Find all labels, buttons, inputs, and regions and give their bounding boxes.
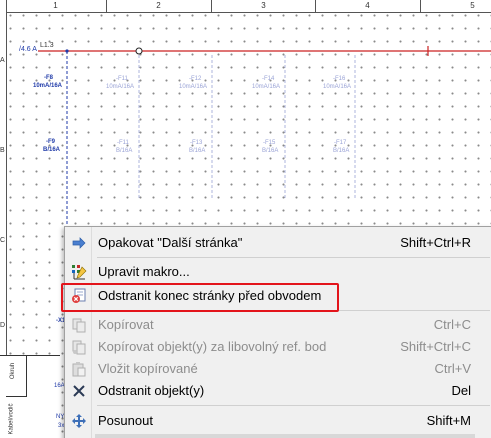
breaker-f8-rating: 10mA/16A [33, 83, 63, 89]
menu-item-delete-objects[interactable]: Odstranit objekt(y) Del [65, 379, 491, 403]
breaker-f14-name[interactable]: -F14 [262, 76, 274, 82]
title-block: Okruh 16A Kabel/vodič NY 3x [0, 355, 65, 438]
copy-icon [71, 317, 87, 333]
next-item-partial [95, 434, 475, 438]
menu-item-label: Kopírovat objekt(y) za libovolný ref. bo… [98, 339, 327, 354]
move-icon [71, 413, 87, 429]
highlight-box [61, 283, 339, 312]
context-menu[interactable]: Opakovat "Další stránka" Shift+Ctrl+R Up… [64, 226, 491, 438]
menu-item-shortcut: Shift+Ctrl+R [400, 235, 471, 250]
breaker-f11-rating: 10mA/16A [106, 84, 135, 90]
breaker-f11b-name[interactable]: -F11 [117, 140, 129, 146]
breaker-f15-rating: B/16A [262, 148, 279, 154]
schematic-canvas[interactable]: 1 2 3 4 5 A B C D /4.6 A L1.3 -F8 10mA/1… [0, 0, 491, 438]
menu-item-shortcut: Ctrl+C [433, 317, 471, 332]
menu-item-repeat-next-page[interactable]: Opakovat "Další stránka" Shift+Ctrl+R [65, 231, 491, 255]
menu-item-label: Kopírovat [98, 317, 154, 332]
breaker-f12-name[interactable]: -F12 [189, 76, 201, 82]
arrow-right-icon [71, 235, 87, 251]
breaker-f9-rating: B/16A [43, 147, 61, 153]
menu-item-shortcut: Del [451, 383, 471, 398]
menu-item-label: Odstranit objekt(y) [98, 383, 205, 398]
breaker-f9-name[interactable]: -F9 [46, 139, 55, 145]
menu-item-copy[interactable]: Kopírovat Ctrl+C [65, 313, 491, 337]
menu-item-label: Vložit kopírované [98, 361, 198, 376]
menu-item-shortcut: Shift+Ctrl+C [400, 339, 471, 354]
breaker-f13-rating: B/16A [189, 148, 206, 154]
menu-item-edit-macro[interactable]: Upravit makro... [65, 260, 491, 284]
menu-item-paste[interactable]: Vložit kopírované Ctrl+V [65, 357, 491, 381]
line-ref-label: /4.6 A [19, 46, 37, 53]
breaker-f15-name[interactable]: -F15 [263, 140, 275, 146]
menu-item-label: Posunout [98, 413, 153, 428]
breaker-f12-rating: 10mA/16A [179, 84, 208, 90]
menu-item-label: Upravit makro... [98, 264, 190, 279]
menu-separator [97, 405, 490, 406]
menu-item-label: Opakovat "Další stránka" [98, 235, 243, 250]
breaker-f17-name[interactable]: -F17 [334, 140, 346, 146]
title-row2-label: Kabel/vodič [8, 403, 15, 435]
menu-item-move[interactable]: Posunout Shift+M [65, 409, 491, 433]
copy-ref-icon [71, 339, 87, 355]
edit-macro-icon [71, 264, 87, 280]
line-label: L1.3 [40, 42, 54, 49]
breaker-f11-name[interactable]: -F11 [116, 76, 128, 82]
connection-node[interactable] [135, 47, 143, 55]
menu-item-copy-ref-point[interactable]: Kopírovat objekt(y) za libovolný ref. bo… [65, 335, 491, 359]
breaker-f8-name[interactable]: -F8 [44, 75, 53, 81]
menu-item-shortcut: Ctrl+V [434, 361, 471, 376]
title-row1-label: Okruh [10, 362, 17, 380]
menu-separator [97, 257, 490, 258]
breaker-f16-rating: 10mA/16A [323, 84, 352, 90]
menu-item-shortcut: Shift+M [426, 413, 471, 428]
breaker-f13-name[interactable]: -F13 [190, 140, 202, 146]
breaker-f14-rating: 10mA/16A [252, 84, 281, 90]
breaker-f16-name[interactable]: -F16 [333, 76, 345, 82]
breaker-f11b-rating: B/16A [116, 148, 133, 154]
paste-icon [71, 361, 87, 377]
delete-x-icon [71, 383, 87, 399]
breaker-f17-rating: B/16A [333, 148, 350, 154]
